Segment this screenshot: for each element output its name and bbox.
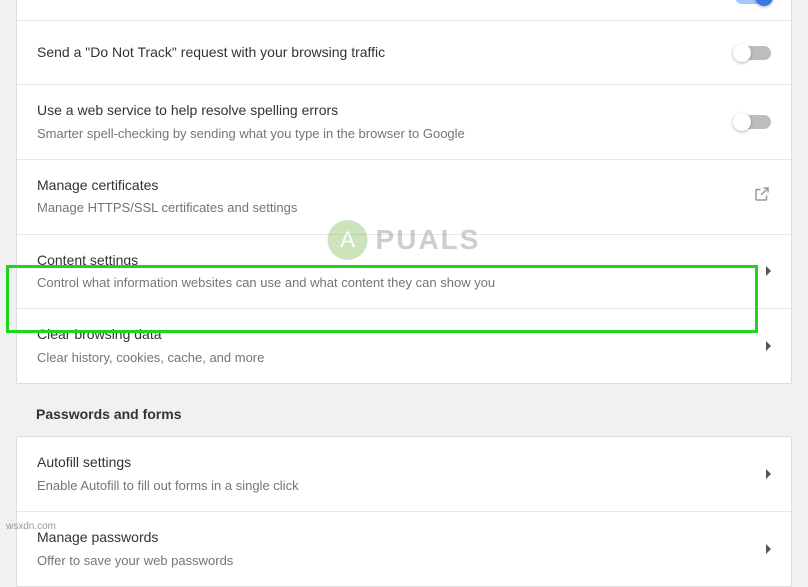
settings-row-content-settings[interactable]: Content settings Control what informatio… bbox=[17, 235, 791, 310]
row-text: Use a web service to help resolve spelli… bbox=[37, 101, 735, 143]
row-subtitle: Smarter spell-checking by sending what y… bbox=[37, 125, 735, 143]
toggle-switch[interactable] bbox=[735, 115, 771, 129]
row-title: Manage certificates bbox=[37, 176, 753, 196]
settings-row-spelling[interactable]: Use a web service to help resolve spelli… bbox=[17, 85, 791, 160]
settings-row-clear-browsing-data[interactable]: Clear browsing data Clear history, cooki… bbox=[17, 309, 791, 383]
row-title: Autofill settings bbox=[37, 453, 766, 473]
toggle-switch[interactable] bbox=[735, 46, 771, 60]
passwords-section: Autofill settings Enable Autofill to fil… bbox=[16, 436, 792, 587]
row-subtitle: Enable Autofill to fill out forms in a s… bbox=[37, 477, 766, 495]
row-subtitle: Clear history, cookies, cache, and more bbox=[37, 349, 766, 367]
privacy-section: Send a "Do Not Track" request with your … bbox=[16, 0, 792, 384]
row-title: Manage passwords bbox=[37, 528, 766, 548]
section-header-passwords: Passwords and forms bbox=[36, 406, 792, 422]
chevron-right-icon bbox=[766, 341, 771, 351]
chevron-right-icon bbox=[766, 266, 771, 276]
row-text: Manage certificates Manage HTTPS/SSL cer… bbox=[37, 176, 753, 218]
row-title: Send a "Do Not Track" request with your … bbox=[37, 43, 735, 63]
row-title: Use a web service to help resolve spelli… bbox=[37, 101, 735, 121]
settings-row-manage-passwords[interactable]: Manage passwords Offer to save your web … bbox=[17, 512, 791, 586]
chevron-right-icon bbox=[766, 544, 771, 554]
external-link-icon bbox=[753, 185, 771, 208]
attribution-text: wsxdn.com bbox=[6, 521, 56, 532]
row-text: Autofill settings Enable Autofill to fil… bbox=[37, 453, 766, 495]
row-text: Clear browsing data Clear history, cooki… bbox=[37, 325, 766, 367]
row-subtitle: Manage HTTPS/SSL certificates and settin… bbox=[37, 199, 753, 217]
chevron-right-icon bbox=[766, 469, 771, 479]
toggle-switch[interactable] bbox=[735, 0, 771, 4]
settings-row-certificates[interactable]: Manage certificates Manage HTTPS/SSL cer… bbox=[17, 160, 791, 235]
row-text: Send a "Do Not Track" request with your … bbox=[37, 43, 735, 63]
settings-row-do-not-track[interactable]: Send a "Do Not Track" request with your … bbox=[17, 21, 791, 85]
row-subtitle: Control what information websites can us… bbox=[37, 274, 766, 292]
row-title: Content settings bbox=[37, 251, 766, 271]
row-text: Manage passwords Offer to save your web … bbox=[37, 528, 766, 570]
settings-row-autofill[interactable]: Autofill settings Enable Autofill to fil… bbox=[17, 437, 791, 512]
row-subtitle: Offer to save your web passwords bbox=[37, 552, 766, 570]
row-title: Clear browsing data bbox=[37, 325, 766, 345]
settings-row-usage-stats[interactable] bbox=[17, 0, 791, 21]
row-text: Content settings Control what informatio… bbox=[37, 251, 766, 293]
